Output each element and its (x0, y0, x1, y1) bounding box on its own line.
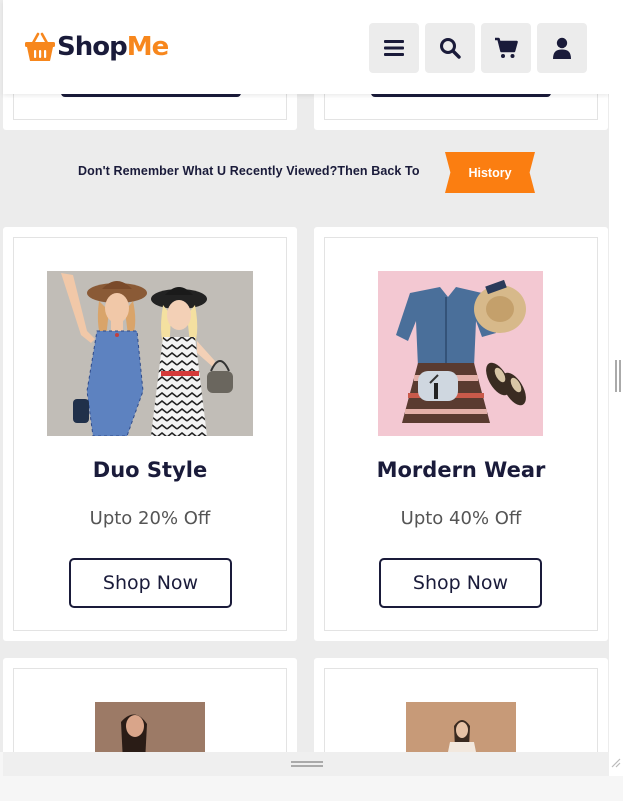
resize-corner-icon[interactable] (611, 756, 621, 768)
product-offer: Upto 20% Off (89, 508, 211, 529)
woman-photo-partial (406, 702, 516, 752)
product-offer: Upto 40% Off (400, 508, 522, 529)
product-image-duo-style[interactable] (47, 271, 253, 436)
outfit-flatlay-photo (378, 271, 543, 436)
cart-icon (495, 37, 518, 58)
menu-icon (384, 40, 404, 56)
recently-viewed-banner: Don't Remember What U Recently Viewed?Th… (3, 152, 609, 194)
product-card: Mordern Wear Upto 40% Off Shop Now (314, 227, 608, 641)
site-header: ShopMe (3, 0, 609, 94)
two-women-photo (47, 271, 253, 436)
vertical-scrollbar[interactable] (609, 0, 623, 776)
scroll-grip-icon[interactable] (615, 360, 621, 392)
history-button[interactable]: History (445, 152, 535, 193)
brand-name: ShopMe (57, 32, 170, 62)
product-image-partial[interactable] (95, 702, 205, 752)
product-card: Duo Style Upto 20% Off Shop Now (3, 227, 297, 641)
brand-name-part1: Shop (57, 32, 128, 62)
basket-logo-icon (25, 32, 55, 61)
menu-button[interactable] (369, 23, 419, 73)
page-viewport: ShopMe Don't Remember What U Recently Vi… (0, 0, 609, 752)
shop-now-button[interactable]: Shop Now (379, 558, 542, 608)
woman-photo-partial (95, 702, 205, 752)
horizontal-scrollbar[interactable] (3, 752, 609, 776)
product-title: Mordern Wear (376, 458, 546, 482)
product-card-partial-bottom-left (3, 658, 297, 752)
product-image-partial[interactable] (406, 702, 516, 752)
product-title: Duo Style (92, 458, 208, 482)
recently-viewed-text: Don't Remember What U Recently Viewed?Th… (78, 164, 420, 178)
brand-name-part2: Me (126, 32, 170, 62)
brand-logo[interactable]: ShopMe (24, 31, 170, 63)
cart-button[interactable] (481, 23, 531, 73)
search-icon (440, 38, 461, 59)
product-card-partial-bottom-right (314, 658, 608, 752)
search-button[interactable] (425, 23, 475, 73)
product-image-modern-wear[interactable] (378, 271, 543, 436)
user-icon (553, 37, 571, 59)
shop-now-button[interactable]: Shop Now (69, 558, 232, 608)
scroll-grip-icon[interactable] (291, 761, 323, 767)
account-button[interactable] (537, 23, 587, 73)
